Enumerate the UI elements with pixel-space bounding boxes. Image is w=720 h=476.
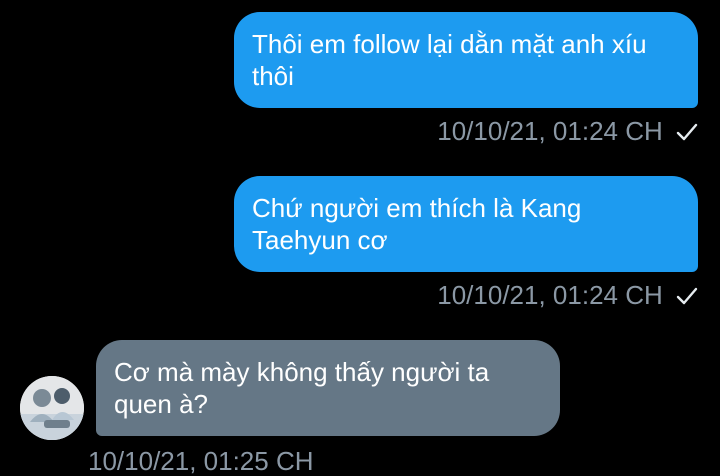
message-bubble-outgoing[interactable]: Chứ người em thích là Kang Taehyun cơ: [234, 176, 698, 272]
check-icon: [676, 282, 698, 312]
message-timestamp: 10/10/21, 01:24 CH: [437, 280, 663, 310]
message-line: Taehyun cơ: [252, 225, 388, 255]
message-line: Thôi em follow lại dằn mặt anh xíu: [252, 29, 647, 59]
message-meta: 10/10/21, 01:25 CH: [88, 446, 314, 476]
message-line: Cơ mà mày không thấy người ta: [114, 357, 490, 387]
check-icon: [676, 118, 698, 148]
message-meta: 10/10/21, 01:24 CH: [437, 116, 698, 148]
user-avatar[interactable]: [20, 376, 84, 440]
message-meta: 10/10/21, 01:24 CH: [437, 280, 698, 312]
message-bubble-outgoing[interactable]: Thôi em follow lại dằn mặt anh xíu thôi: [234, 12, 698, 108]
message-timestamp: 10/10/21, 01:25 CH: [88, 446, 314, 476]
message-line: thôi: [252, 61, 294, 91]
message-timestamp: 10/10/21, 01:24 CH: [437, 116, 663, 146]
message-line: Chứ người em thích là Kang: [252, 193, 582, 223]
message-line: quen à?: [114, 389, 208, 419]
message-bubble-incoming[interactable]: Cơ mà mày không thấy người ta quen à?: [96, 340, 560, 436]
